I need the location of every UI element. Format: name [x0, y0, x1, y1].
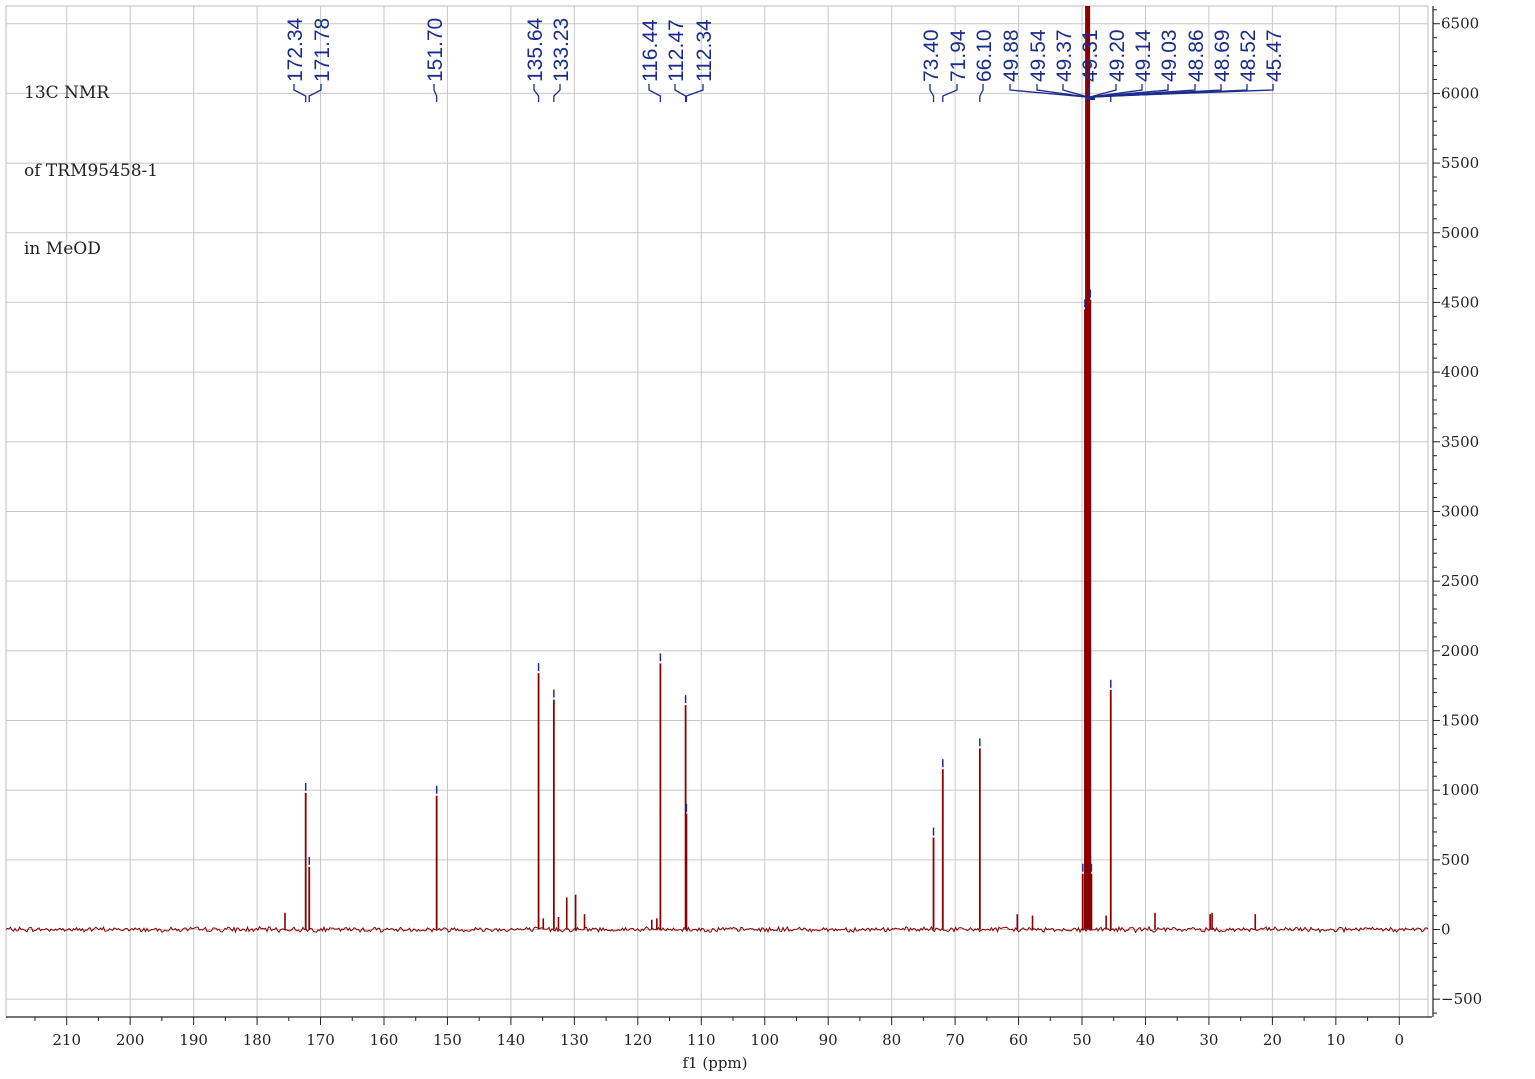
y-tick-label: 500	[1441, 851, 1470, 869]
x-tick-label: 120	[623, 1031, 652, 1049]
peak-label: 48.86	[1185, 29, 1208, 82]
peak-label: 172.34	[284, 17, 307, 82]
y-tick-label: 3500	[1441, 433, 1479, 451]
x-tick-label: 40	[1136, 1031, 1155, 1049]
x-tick-label: 140	[497, 1031, 526, 1049]
y-tick-label: 6000	[1441, 84, 1479, 102]
x-tick-label: 10	[1326, 1031, 1345, 1049]
peak-label-item: 116.44	[639, 19, 662, 102]
x-tick-label: 80	[882, 1031, 901, 1049]
peak-label-item: 133.23	[550, 18, 573, 102]
x-tick-label: 170	[306, 1031, 335, 1049]
peak-label: 49.31	[1079, 29, 1102, 82]
peak-label: 49.14	[1132, 29, 1155, 82]
y-tick-label: 4500	[1441, 293, 1479, 311]
x-tick-label: 30	[1199, 1031, 1218, 1049]
peak-label: 133.23	[550, 18, 573, 82]
peak-label: 49.54	[1027, 29, 1050, 82]
peak-leader-line	[1036, 84, 1088, 100]
peak-label: 116.44	[639, 19, 662, 82]
y-tick-label: 1000	[1441, 781, 1479, 799]
peak-label-item: 73.40	[920, 29, 943, 102]
x-tick-label: 100	[750, 1031, 779, 1049]
peak-label: 71.94	[947, 29, 970, 82]
y-tick-label: 1500	[1441, 711, 1479, 729]
peak-label: 45.47	[1263, 29, 1286, 82]
peak-label-item: 112.47	[665, 19, 688, 102]
sample-label: 13C NMR of TRM95458-1 in MeOD	[24, 28, 158, 288]
y-tick-label: 5500	[1441, 154, 1479, 172]
x-tick-label: 70	[946, 1031, 965, 1049]
x-tick-label: 190	[179, 1031, 208, 1049]
y-tick-label: 2500	[1441, 572, 1479, 590]
x-tick-label: 210	[52, 1031, 81, 1049]
x-tick-label: 0	[1395, 1031, 1405, 1049]
peak-label: 48.52	[1237, 29, 1260, 82]
peak-label-item: 135.64	[524, 17, 547, 102]
peak-label: 112.47	[665, 19, 688, 82]
x-axis-title: f1 (ppm)	[683, 1054, 748, 1072]
peak-label: 135.64	[524, 17, 547, 82]
peak-label-item: 172.34	[284, 17, 307, 102]
peak-label: 151.70	[424, 18, 447, 82]
axes: 210 200 190 180 170 160 150 140 130 120 110 100 90 80…	[6, 6, 1482, 1072]
peak-label: 49.88	[1000, 29, 1023, 82]
peak-label: 49.03	[1158, 29, 1181, 82]
y-tick-label: 3000	[1441, 502, 1479, 520]
spectrum	[5, 6, 1429, 934]
x-tick-label: 150	[433, 1031, 462, 1049]
peak-label: 48.69	[1211, 29, 1234, 82]
x-tick-label: 110	[687, 1031, 716, 1049]
peak-label: 66.10	[973, 29, 996, 82]
x-tick-label: 90	[819, 1031, 838, 1049]
y-tick-label: 6500	[1441, 15, 1479, 33]
peak-label-item: 151.70	[424, 18, 447, 102]
x-tick-label: 160	[370, 1031, 399, 1049]
x-tick-label: 200	[116, 1031, 145, 1049]
peak-label: 73.40	[920, 29, 943, 82]
y-tick-label: 0	[1441, 921, 1451, 939]
grid	[5, 5, 1429, 1018]
peak-label-item: 66.10	[973, 29, 996, 102]
sample-label-line: of TRM95458-1	[24, 161, 159, 181]
peak-label-item: 171.78	[308, 18, 334, 102]
peak-label: 112.34	[693, 19, 716, 82]
sample-label-line: in MeOD	[24, 239, 101, 259]
y-tick-label: 4000	[1441, 363, 1479, 381]
peak-leader-line	[1062, 84, 1089, 100]
peak-label: 171.78	[311, 18, 334, 82]
x-tick-label: 130	[560, 1031, 589, 1049]
x-tick-label: 180	[243, 1031, 272, 1049]
nmr-spectrum-chart: 210 200 190 180 170 160 150 140 130 120 110 100 90 80…	[5, 5, 1482, 1072]
y-tick-label: 2000	[1441, 642, 1479, 660]
x-tick-label: 20	[1263, 1031, 1282, 1049]
sample-label-line: 13C NMR	[24, 83, 110, 103]
peak-label: 49.20	[1106, 29, 1129, 82]
x-tick-label: 60	[1009, 1031, 1028, 1049]
y-tick-label: −500	[1441, 990, 1482, 1008]
y-tick-label: 5000	[1441, 224, 1479, 242]
peak-label: 49.37	[1053, 29, 1076, 82]
x-tick-label: 50	[1072, 1031, 1091, 1049]
peak-label-group: 172.34 171.78 151.70 135.64 133.23 116.44 112.…	[284, 17, 1286, 102]
peak-label-item: 71.94	[942, 29, 970, 102]
